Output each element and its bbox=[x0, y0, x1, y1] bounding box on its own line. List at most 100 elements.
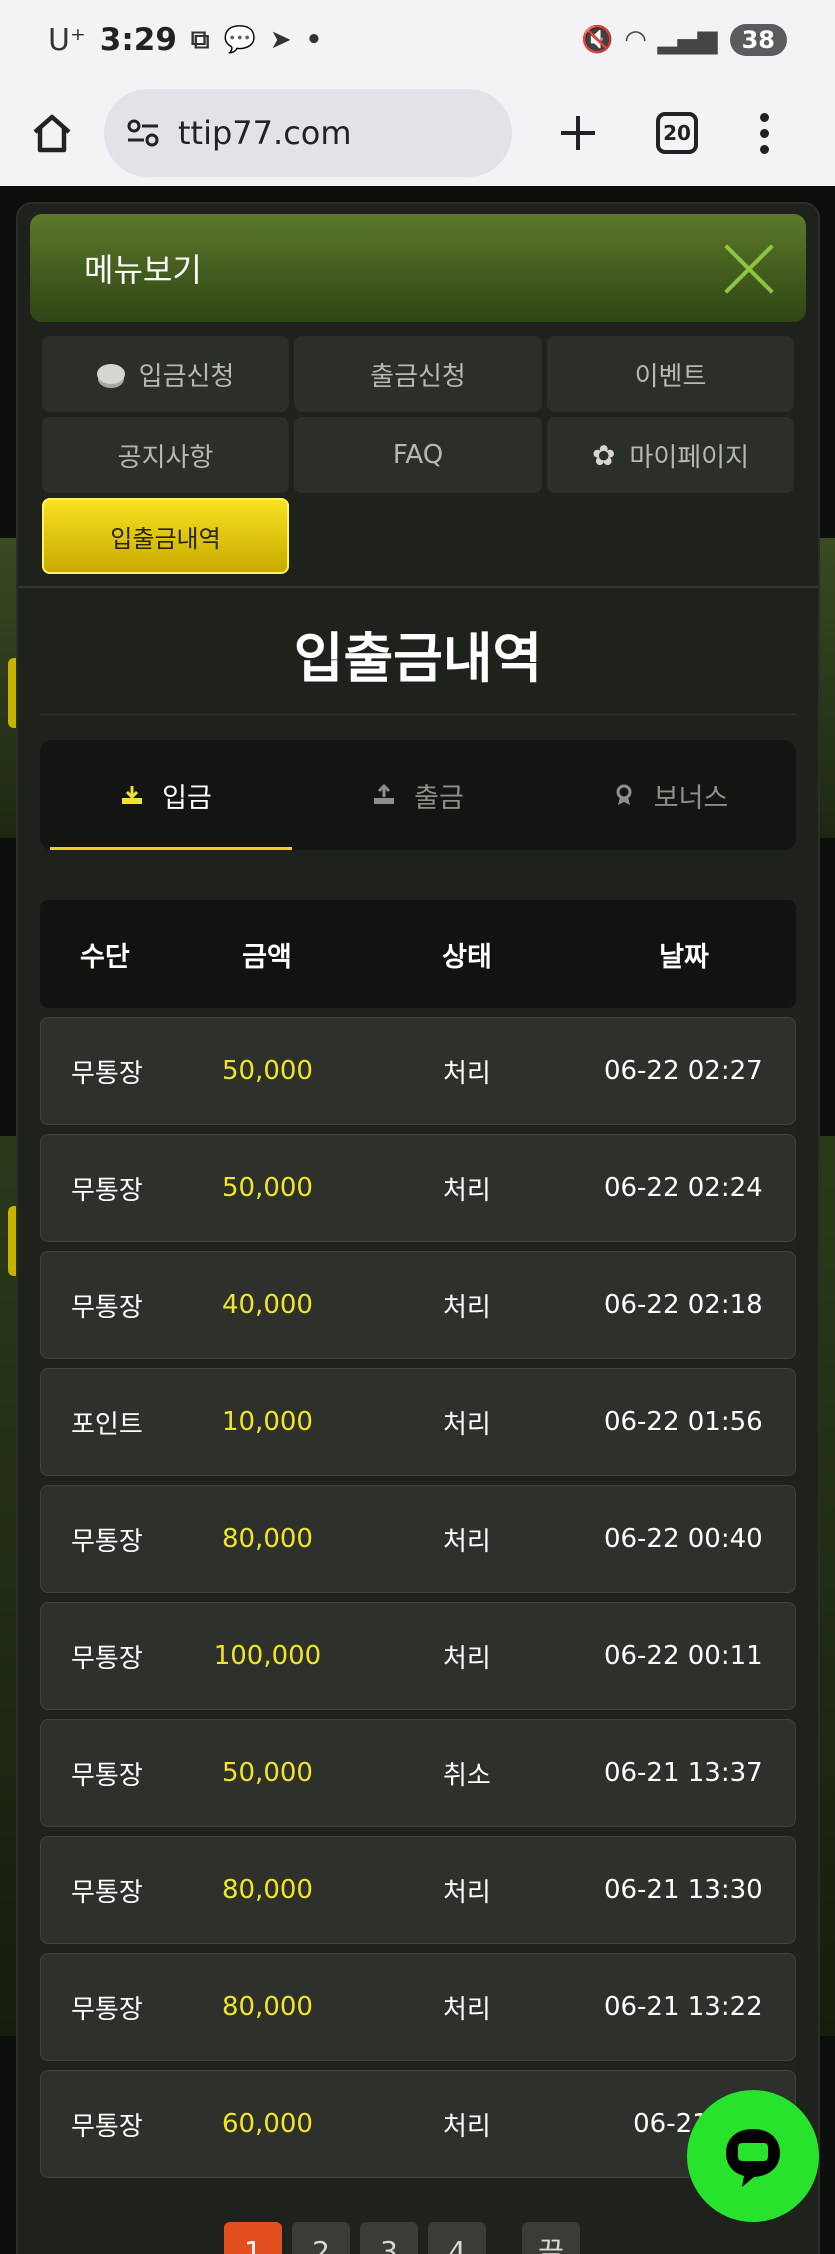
column-header-date: 날짜 bbox=[659, 941, 709, 973]
cell-amount: 100,000 bbox=[213, 1641, 322, 1671]
cell-date: 06-22 00:40 bbox=[603, 1524, 763, 1554]
new-tab-button[interactable] bbox=[548, 103, 608, 163]
cell-amount: 40,000 bbox=[221, 1290, 313, 1320]
menu-item-event[interactable]: 이벤트 bbox=[547, 336, 794, 412]
cell-method: 무통장 bbox=[71, 2111, 143, 2142]
notification-icons: ⧉ 💬 ➤ • bbox=[191, 25, 322, 56]
cell-method: 무통장 bbox=[71, 1526, 143, 1557]
cell-status: 처리 bbox=[442, 2111, 491, 2142]
telegram-icon: ➤ bbox=[269, 25, 292, 55]
menu-modal: 메뉴보기 입금신청 출금신청 이벤트 공지사항 FAQ ✿ 마이페이지 입출금내… bbox=[18, 204, 818, 2254]
coin-icon bbox=[96, 364, 125, 384]
menu-item-deposit-request[interactable]: 입금신청 bbox=[42, 336, 289, 412]
browser-toolbar: ttip77.com 20 bbox=[0, 80, 835, 186]
menu-grid: 입금신청 출금신청 이벤트 공지사항 FAQ ✿ 마이페이지 입출금내역 bbox=[42, 336, 794, 574]
wifi-icon: ◠ bbox=[625, 25, 646, 55]
cell-method: 무통장 bbox=[71, 1292, 143, 1323]
menu-item-label: 이벤트 bbox=[634, 361, 707, 392]
pagination: 1 2 3 4 끝 bbox=[224, 2222, 580, 2254]
cell-date: 06-21 13:30 bbox=[603, 1875, 763, 1905]
page-button[interactable]: 1 bbox=[224, 2222, 282, 2254]
modal-header: 메뉴보기 bbox=[30, 214, 806, 322]
more-dot-icon bbox=[759, 112, 769, 122]
tab-switcher-button[interactable]: 20 bbox=[656, 112, 698, 154]
menu-item-label: 입금신청 bbox=[138, 361, 235, 392]
table-row: 포인트 10,000 처리 06-22 01:56 bbox=[40, 1368, 796, 1476]
cell-amount: 50,000 bbox=[221, 1173, 313, 1203]
cell-amount: 80,000 bbox=[221, 1875, 313, 1905]
clock: 3:29 bbox=[99, 22, 177, 58]
cell-amount: 50,000 bbox=[221, 1056, 313, 1086]
menu-item-transaction-history[interactable]: 입출금내역 bbox=[42, 498, 289, 574]
tab-deposit[interactable]: 입금 bbox=[40, 740, 292, 850]
history-tabs: 입금 출금 보너스 bbox=[40, 740, 796, 850]
home-icon bbox=[33, 114, 71, 153]
url-text[interactable]: ttip77.com bbox=[178, 114, 352, 152]
menu-item-faq[interactable]: FAQ bbox=[294, 417, 542, 493]
cell-status: 처리 bbox=[442, 1994, 491, 2025]
cell-method: 무통장 bbox=[71, 1058, 143, 1089]
page-button[interactable]: 3 bbox=[360, 2222, 418, 2254]
chat-button[interactable] bbox=[687, 2090, 819, 2222]
medal-icon bbox=[616, 784, 632, 805]
column-header-amount: 금액 bbox=[242, 941, 292, 973]
table-row: 무통장 40,000 처리 06-22 02:18 bbox=[40, 1251, 796, 1359]
page-button[interactable]: 2 bbox=[292, 2222, 350, 2254]
cell-status: 처리 bbox=[442, 1877, 491, 1908]
cell-amount: 10,000 bbox=[221, 1407, 313, 1437]
mute-icon: 🔇 bbox=[581, 25, 614, 55]
cell-status: 처리 bbox=[442, 1292, 491, 1323]
table-row: 무통장 50,000 취소 06-21 13:37 bbox=[40, 1719, 796, 1827]
cell-amount: 80,000 bbox=[221, 1524, 313, 1554]
divider bbox=[18, 586, 818, 588]
column-header-method: 수단 bbox=[80, 941, 130, 973]
divider bbox=[40, 714, 796, 715]
last-page-button[interactable]: 끝 bbox=[522, 2222, 580, 2254]
history-table: 수단 금액 상태 날짜 무통장 50,000 처리 06-22 02:27 무통장 50,… bbox=[40, 900, 796, 2178]
tab-label: 출금 bbox=[414, 782, 464, 814]
site-settings-icon[interactable] bbox=[126, 118, 160, 148]
cell-date: 06-22 02:18 bbox=[603, 1290, 763, 1320]
cell-amount: 60,000 bbox=[221, 2109, 313, 2139]
cell-status: 처리 bbox=[442, 1643, 491, 1674]
cell-date: 06-22 02:27 bbox=[603, 1056, 763, 1086]
menu-item-withdraw-request[interactable]: 출금신청 bbox=[294, 336, 542, 412]
table-row: 무통장 60,000 처리 06-21 1 bbox=[40, 2070, 796, 2178]
signal-icon: ▂▄▆ bbox=[657, 25, 718, 55]
modal-title: 메뉴보기 bbox=[84, 251, 202, 289]
table-row: 무통장 50,000 처리 06-22 02:27 bbox=[40, 1017, 796, 1125]
page-title: 입출금내역 bbox=[293, 627, 543, 690]
cell-method: 무통장 bbox=[71, 1175, 143, 1206]
cell-method: 무통장 bbox=[71, 1643, 143, 1674]
cell-date: 06-21 13:37 bbox=[603, 1758, 763, 1788]
gear-icon: ✿ bbox=[591, 438, 616, 472]
more-menu-button[interactable] bbox=[754, 103, 774, 163]
battery-indicator: 38 bbox=[729, 24, 787, 56]
tab-withdraw[interactable]: 출금 bbox=[292, 740, 544, 850]
table-row: 무통장 80,000 처리 06-21 13:30 bbox=[40, 1836, 796, 1944]
menu-item-label: FAQ bbox=[392, 440, 444, 470]
tab-label: 입금 bbox=[162, 782, 212, 814]
cell-amount: 80,000 bbox=[221, 1992, 313, 2022]
screenshot-icon: ⧉ bbox=[190, 24, 210, 55]
page-button[interactable]: 4 bbox=[428, 2222, 486, 2254]
carrier-label: U⁺ bbox=[48, 22, 86, 58]
menu-item-mypage[interactable]: ✿ 마이페이지 bbox=[547, 417, 794, 493]
download-icon bbox=[122, 786, 143, 804]
address-bar[interactable]: ttip77.com bbox=[104, 89, 512, 177]
table-header: 수단 금액 상태 날짜 bbox=[40, 900, 796, 1008]
home-button[interactable] bbox=[22, 103, 82, 163]
upload-icon bbox=[374, 784, 395, 804]
cell-status: 취소 bbox=[442, 1760, 491, 1791]
cell-method: 포인트 bbox=[71, 1409, 143, 1440]
cell-date: 06-21 13:22 bbox=[603, 1992, 763, 2022]
close-icon[interactable] bbox=[722, 242, 776, 296]
tab-bonus[interactable]: 보너스 bbox=[544, 740, 796, 850]
menu-item-notice[interactable]: 공지사항 bbox=[42, 417, 289, 493]
cell-amount: 50,000 bbox=[221, 1758, 313, 1788]
kakaotalk-icon: 💬 bbox=[223, 25, 256, 55]
cell-status: 처리 bbox=[442, 1175, 491, 1206]
column-header-status: 상태 bbox=[442, 941, 492, 973]
table-row: 무통장 100,000 처리 06-22 00:11 bbox=[40, 1602, 796, 1710]
dot-icon: • bbox=[305, 25, 323, 55]
